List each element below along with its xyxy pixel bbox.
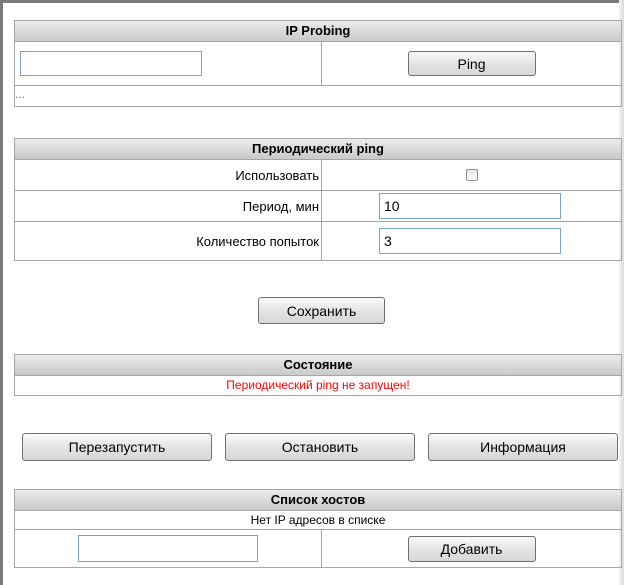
use-label: Использовать — [235, 167, 319, 183]
status-title: Состояние — [15, 355, 621, 376]
use-checkbox[interactable] — [465, 169, 478, 181]
ip-address-input[interactable] — [20, 51, 202, 76]
attempts-row: Количество попыток — [15, 222, 621, 260]
period-input-cell — [322, 191, 621, 221]
host-list-panel: Список хостов Нет IP адресов в списке До… — [14, 489, 622, 568]
attempts-input-cell — [322, 222, 621, 260]
save-button[interactable]: Сохранить — [258, 297, 385, 324]
use-label-cell: Использовать — [15, 160, 322, 190]
status-panel: Состояние Периодический ping не запущен! — [14, 354, 622, 396]
add-host-button-cell: Добавить — [322, 530, 621, 567]
attempts-input[interactable] — [379, 228, 561, 254]
ip-probing-input-cell — [15, 42, 322, 85]
ip-probing-row: Ping — [15, 42, 621, 86]
ip-probing-button-cell: Ping — [322, 42, 621, 85]
period-label-cell: Период, мин — [15, 191, 322, 221]
period-row: Период, мин — [15, 191, 621, 222]
periodic-ping-title: Периодический ping — [15, 139, 621, 160]
ping-result: ... — [15, 87, 26, 101]
period-label: Период, мин — [242, 198, 319, 214]
info-button[interactable]: Информация — [428, 433, 618, 461]
stop-button[interactable]: Остановить — [225, 433, 415, 461]
host-input-cell — [15, 530, 322, 567]
period-input[interactable] — [379, 193, 561, 219]
attempts-label-cell: Количество попыток — [15, 222, 322, 260]
attempts-label: Количество попыток — [196, 233, 319, 249]
restart-button[interactable]: Перезапустить — [22, 433, 212, 461]
host-address-input[interactable] — [78, 535, 258, 562]
add-host-row: Добавить — [15, 530, 621, 567]
host-list-title: Список хостов — [15, 490, 621, 511]
add-host-button[interactable]: Добавить — [407, 535, 536, 562]
host-list-empty: Нет IP адресов в списке — [15, 511, 621, 530]
periodic-ping-panel: Периодический ping Использовать Период, … — [14, 138, 622, 261]
ip-probing-title: IP Probing — [15, 21, 621, 42]
use-row: Использовать — [15, 160, 621, 191]
ping-button[interactable]: Ping — [407, 51, 536, 76]
status-message: Периодический ping не запущен! — [226, 378, 410, 392]
use-checkbox-cell — [322, 160, 621, 190]
ip-probing-panel: IP Probing Ping ... — [14, 20, 622, 107]
